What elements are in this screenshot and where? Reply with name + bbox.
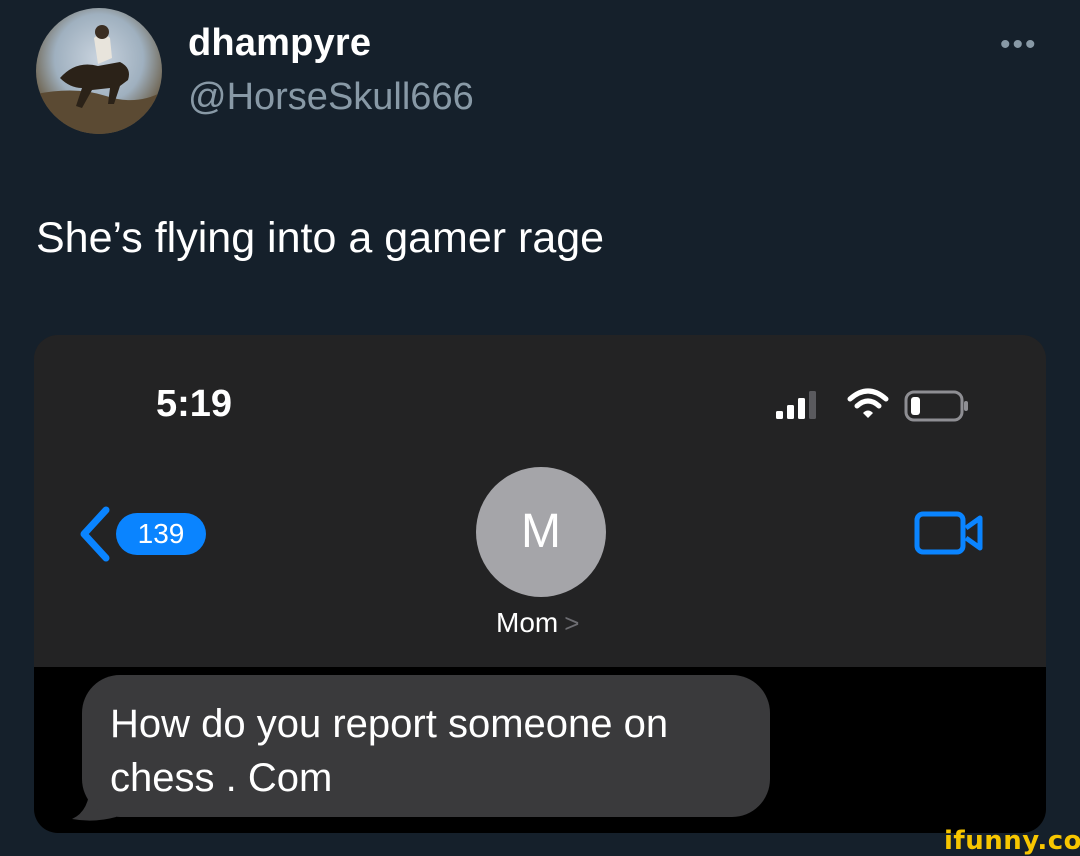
watermark-logo: ifunny.co xyxy=(944,826,1080,856)
wifi-icon xyxy=(847,388,889,418)
message-bubble-incoming[interactable]: How do you report someone on chess . Com xyxy=(82,675,770,817)
messages-header: 5:19 139 M Mom > xyxy=(34,335,1046,667)
user-handle[interactable]: @HorseSkull666 xyxy=(188,76,474,119)
display-name[interactable]: dhampyre xyxy=(188,22,371,65)
contact-name-button[interactable]: Mom > xyxy=(496,607,579,639)
status-time: 5:19 xyxy=(156,383,233,425)
user-avatar[interactable] xyxy=(36,8,162,134)
back-chevron-icon[interactable] xyxy=(76,505,112,563)
embedded-screenshot: 5:19 139 M Mom > How do you report someo… xyxy=(34,335,1046,833)
chevron-right-icon: > xyxy=(564,608,580,638)
video-camera-icon[interactable] xyxy=(914,511,986,557)
unread-count-badge[interactable]: 139 xyxy=(116,513,206,555)
message-text: How do you report someone on chess . Com xyxy=(110,702,669,800)
contact-avatar[interactable]: M xyxy=(476,467,606,597)
tweet-text: She’s flying into a gamer rage xyxy=(36,214,605,262)
contact-name: Mom xyxy=(496,607,559,638)
more-options-icon[interactable]: ••• xyxy=(1000,30,1038,60)
signal-icon xyxy=(776,391,816,419)
battery-icon xyxy=(904,390,968,422)
